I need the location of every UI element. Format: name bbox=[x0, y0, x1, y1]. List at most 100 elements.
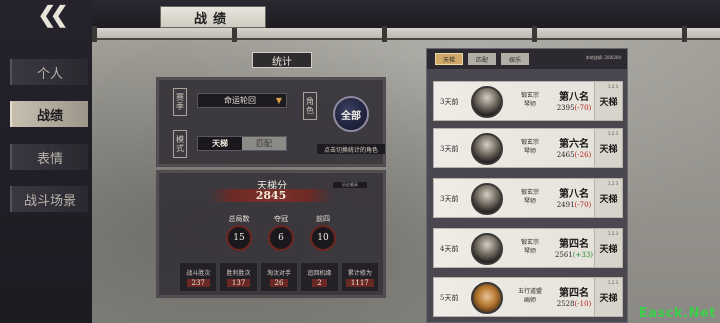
role-class: 琴师 bbox=[523, 248, 536, 255]
match-score: 2561(+33) bbox=[548, 251, 600, 259]
match-card[interactable]: 3天前 锻玄宗 琴师 第六名 2465(-26) 天梯 1.2.3 bbox=[433, 128, 623, 168]
rail-peg bbox=[382, 26, 387, 42]
score-value: 2395 bbox=[556, 104, 575, 112]
match-card[interactable]: 3天前 锻玄宗 琴师 第八名 2491(-70) 天梯 1.2.3 bbox=[433, 178, 623, 218]
stat-value: 237 bbox=[186, 278, 210, 287]
match-version: 1.2.3 bbox=[607, 181, 618, 186]
stat-label: 累计修为 bbox=[347, 269, 372, 277]
chevron-down-icon: ▼ bbox=[275, 96, 282, 105]
match-version: 1.2.3 bbox=[607, 131, 618, 136]
sidebar-item-label: 战斗场景 bbox=[23, 193, 76, 209]
stat-label: 胜利胜次 bbox=[226, 269, 251, 277]
match-date: 3天前 bbox=[440, 145, 459, 153]
top-four-value: 10 bbox=[310, 225, 336, 251]
season-select[interactable]: 命运轮回 ▼ bbox=[197, 93, 287, 108]
stat-label: 淘汰对手 bbox=[267, 269, 292, 277]
stat-cell: 淘汰对手 26 bbox=[259, 262, 299, 292]
match-card[interactable]: 5天前 五行道盟 画师 第四名 2528(-10) 天梯 1.2.3 bbox=[433, 277, 623, 317]
match-date: 3天前 bbox=[440, 98, 459, 106]
rail-peg bbox=[92, 26, 97, 42]
stat-value: 2 bbox=[312, 278, 327, 287]
role-sect: 锻玄宗 bbox=[520, 239, 539, 246]
list-tab-ladder[interactable]: 天梯 bbox=[435, 53, 463, 65]
stat-cell: 战斗胜次 237 bbox=[179, 262, 218, 292]
match-rank: 第八名 bbox=[559, 189, 589, 200]
list-tab-match[interactable]: 匹配 bbox=[468, 53, 496, 65]
role-class: 琴师 bbox=[523, 148, 536, 155]
match-rank: 第六名 bbox=[559, 139, 589, 150]
total-games-value: 15 bbox=[226, 225, 252, 251]
match-version: 1.2.3 bbox=[607, 84, 618, 89]
score-value: 2561 bbox=[554, 251, 573, 259]
list-tabs: 天梯 匹配 娱乐 本地战绩: 200/200 bbox=[427, 49, 627, 69]
match-list: 天梯 匹配 娱乐 本地战绩: 200/200 3天前 锻玄宗 琴师 第八名 239… bbox=[426, 48, 628, 323]
stat-cell: 追回机缘 2 bbox=[300, 262, 339, 292]
match-role: 锻玄宗 琴师 bbox=[510, 188, 550, 206]
sidebar: ❮❮ 个人 战绩 表情 战斗场景 bbox=[0, 0, 92, 323]
switch-role-hint: 点击切换统计的角色 bbox=[317, 144, 385, 154]
score-value: 2491 bbox=[556, 201, 575, 209]
sidebar-item-label: 表情 bbox=[36, 151, 63, 167]
match-score: 2465(-26) bbox=[548, 151, 600, 159]
score-value: 2528 bbox=[556, 300, 575, 308]
mode-toggle[interactable]: 天梯 匹配 bbox=[197, 136, 287, 151]
mode-option-match[interactable]: 匹配 bbox=[242, 137, 286, 150]
tab-statistics[interactable]: 统计 bbox=[252, 52, 312, 68]
score-delta: (-70) bbox=[574, 201, 592, 209]
role-sect: 锻玄宗 bbox=[520, 189, 539, 196]
stat-cell: 胜利胜次 137 bbox=[219, 262, 258, 292]
role-class: 画师 bbox=[523, 297, 536, 304]
filter-panel: 赛季 命运轮回 ▼ 模式 天梯 匹配 角色 全部 点击切换统计的角色 bbox=[156, 77, 386, 167]
avatar bbox=[471, 183, 503, 215]
role-sect: 锻玄宗 bbox=[520, 139, 539, 146]
local-record-count: 本地战绩: 200/200 bbox=[585, 55, 621, 60]
match-date: 5天前 bbox=[440, 294, 459, 302]
match-score: 2491(-70) bbox=[548, 201, 600, 209]
rail-peg bbox=[532, 26, 537, 42]
mode-option-ladder[interactable]: 天梯 bbox=[198, 137, 242, 150]
circle-label: 前四 bbox=[316, 215, 330, 223]
page-title: 战绩 bbox=[160, 6, 266, 28]
match-version: 1.2.3 bbox=[607, 231, 618, 236]
all-roles-button[interactable]: 全部 bbox=[333, 96, 369, 132]
match-score: 2528(-10) bbox=[548, 300, 600, 308]
stat-value: 137 bbox=[226, 278, 251, 287]
sidebar-item-label: 个人 bbox=[36, 66, 63, 82]
avatar bbox=[471, 133, 503, 165]
score-value: 2465 bbox=[556, 151, 575, 159]
list-tab-casual[interactable]: 娱乐 bbox=[501, 53, 529, 65]
sidebar-item-label: 战绩 bbox=[36, 108, 63, 124]
role-sect: 五行道盟 bbox=[517, 288, 542, 295]
back-arrow-icon[interactable]: ❮❮ bbox=[30, 2, 70, 28]
season-label: 赛季 bbox=[173, 88, 187, 116]
wins-value: 6 bbox=[268, 225, 294, 251]
match-date: 4天前 bbox=[440, 245, 459, 253]
match-rank: 第八名 bbox=[559, 92, 589, 103]
score-delta: (-70) bbox=[574, 104, 592, 112]
match-card[interactable]: 3天前 锻玄宗 琴师 第八名 2395(-70) 天梯 1.2.3 bbox=[433, 81, 623, 121]
stat-value: 1117 bbox=[345, 278, 374, 287]
avatar bbox=[471, 282, 503, 314]
mode-label: 模式 bbox=[173, 130, 187, 158]
sidebar-item-emote[interactable]: 表情 bbox=[10, 144, 88, 170]
sidebar-item-battle-scene[interactable]: 战斗场景 bbox=[10, 186, 88, 212]
watermark: Easck.Net bbox=[638, 306, 716, 321]
rating-tag: 历史最高 bbox=[333, 182, 367, 188]
match-card[interactable]: 4天前 锻玄宗 琴师 第四名 2561(+33) 天梯 1.2.3 bbox=[433, 228, 623, 268]
match-role: 锻玄宗 琴师 bbox=[510, 138, 550, 156]
stats-panel: 天梯分 历史最高 2845 总局数 15 夺冠 6 前四 10 战斗胜次 237 … bbox=[156, 170, 386, 298]
sidebar-item-record[interactable]: 战绩 bbox=[10, 101, 88, 127]
match-date: 3天前 bbox=[440, 195, 459, 203]
main-panel: 战绩 统计 赛季 命运轮回 ▼ 模式 天梯 匹配 角色 全部 点击切换统计的角色… bbox=[92, 0, 720, 323]
match-role: 锻玄宗 琴师 bbox=[510, 91, 550, 109]
role-class: 琴师 bbox=[523, 101, 536, 108]
stat-label: 战斗胜次 bbox=[186, 269, 211, 277]
sidebar-item-personal[interactable]: 个人 bbox=[10, 59, 88, 85]
stat-value: 26 bbox=[269, 278, 289, 287]
match-score: 2395(-70) bbox=[548, 104, 600, 112]
season-value: 命运轮回 bbox=[224, 96, 256, 105]
stat-label: 追回机缘 bbox=[307, 269, 332, 277]
score-delta: (-26) bbox=[574, 151, 592, 159]
top-rail bbox=[92, 28, 720, 40]
match-role: 锻玄宗 琴师 bbox=[510, 238, 550, 256]
